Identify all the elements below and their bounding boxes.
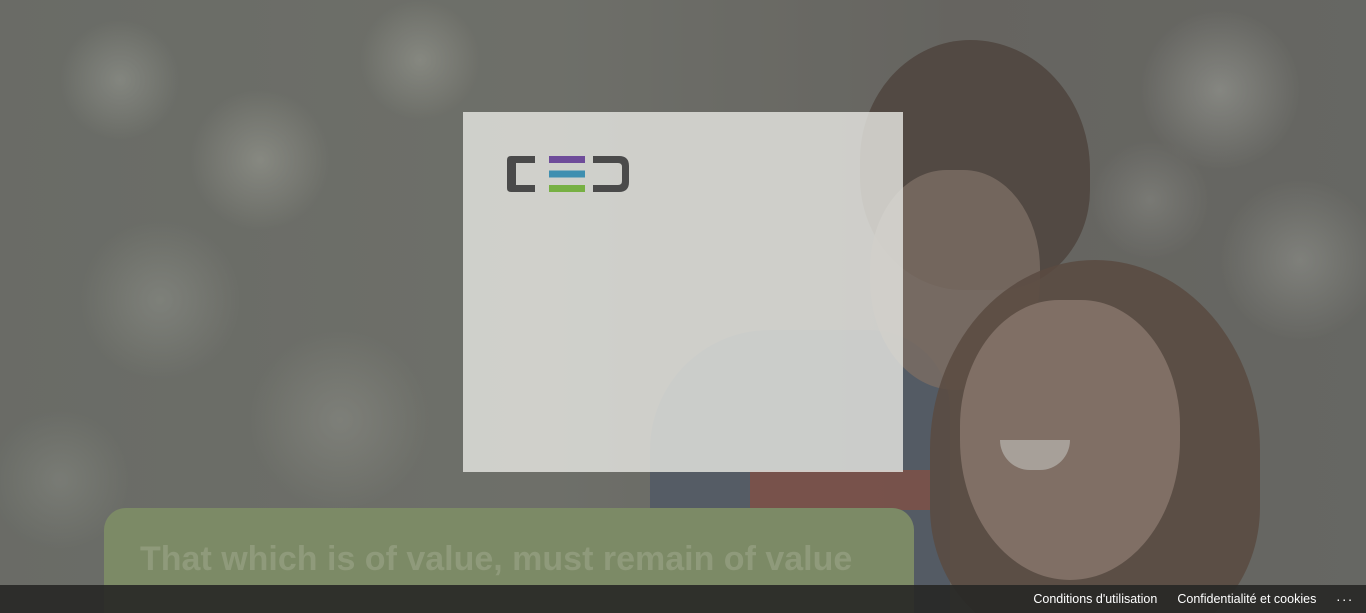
terms-of-use-link[interactable]: Conditions d'utilisation — [1033, 592, 1157, 606]
more-options-button[interactable]: ... — [1336, 588, 1354, 604]
tagline-text: That which is of value, must remain of v… — [140, 540, 853, 578]
footer-links: Conditions d'utilisation Confidentialité… — [1033, 585, 1354, 613]
footer-bar: Conditions d'utilisation Confidentialité… — [0, 585, 1366, 613]
privacy-cookies-link[interactable]: Confidentialité et cookies — [1177, 592, 1316, 606]
ced-logo — [507, 156, 629, 192]
sign-in-card — [463, 112, 903, 472]
